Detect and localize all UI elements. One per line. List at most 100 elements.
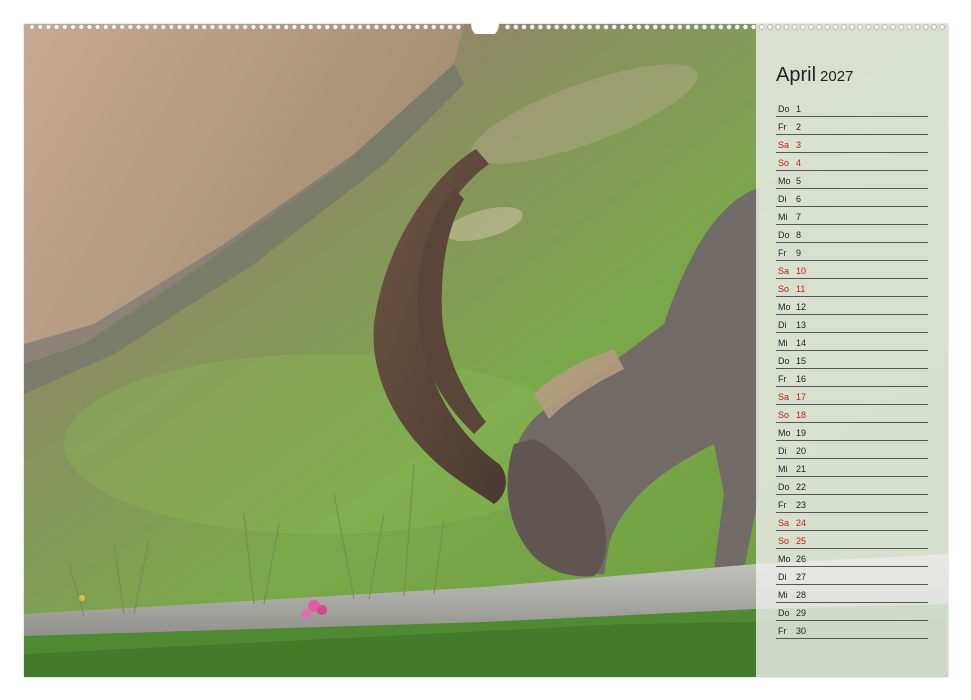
day-number: 5 [796,176,802,186]
hanger-hole [470,22,500,34]
binding-hole [340,24,347,30]
binding-hole [800,24,806,30]
binding-hole [381,24,388,30]
calendar-day-row: Mi 28 [776,585,928,603]
weekday-label: Sa [778,392,790,402]
binding-hole [135,24,142,30]
day-number: 24 [796,518,807,528]
weekday-label: Do [778,104,790,114]
binding-hole [455,24,462,30]
day-number: 10 [796,266,807,276]
weekday-label: Di [778,446,787,456]
binding-hole [111,24,117,30]
binding-hole [258,24,265,30]
weekday-label: Mo [778,428,791,438]
calendar-day-row: Di 20 [776,441,928,459]
day-number: 27 [796,572,807,582]
binding-hole [234,24,240,30]
day-number: 19 [796,428,807,438]
binding-hole [685,24,691,30]
weekday-label: Fr [778,122,787,132]
weekday-label: So [778,158,790,168]
weekday-label: So [778,536,790,546]
weekday-label: Fr [778,500,787,510]
calendar-day-row: Mi 21 [776,459,928,477]
binding-hole [742,24,749,30]
binding-hole [349,24,355,30]
calendar-page: April 2027 Do 1 Fr 2 Sa 3 So 4 Mo 5 Di 6 Mi 7 Do 8 Fr 9 Sa 1… [24,24,948,677]
binding-hole [168,24,175,30]
calendar-day-row: Mo 12 [776,297,928,315]
month-name: April [776,64,817,86]
calendar-day-row: Sa 3 [776,135,928,153]
day-number: 20 [796,446,807,456]
binding-hole [529,24,535,30]
binding-hole [209,24,216,30]
binding-hole [299,24,306,30]
binding-hole [422,24,429,30]
binding-hole [783,24,790,30]
weekday-label: Sa [778,518,790,528]
binding-hole [70,24,76,30]
binding-hole [62,24,68,30]
binding-hole [537,24,544,30]
binding-hole [578,24,585,30]
binding-hole [914,24,921,30]
weekday-label: Mo [778,302,791,312]
binding-hole [668,24,675,30]
weekday-label: Do [778,230,790,240]
binding-hole [791,24,798,30]
binding-hole [414,24,421,30]
binding-hole [816,24,822,30]
binding-hole [308,24,314,30]
binding-hole [357,24,363,30]
calendar-day-row: So 18 [776,405,928,423]
calendar-day-row: Do 29 [776,603,928,621]
day-number: 21 [796,464,807,474]
weekday-label: Di [778,572,787,582]
calendar-day-row: So 11 [776,279,928,297]
day-number: 17 [796,392,807,402]
binding-hole [94,24,101,30]
day-number: 7 [796,212,802,222]
binding-hole [882,24,888,30]
day-number: 11 [796,284,806,294]
binding-hole [701,24,708,30]
binding-hole [226,24,232,30]
weekday-label: Mo [778,554,791,564]
month-title: April 2027 [776,64,853,87]
calendar-day-row: Fr 23 [776,495,928,513]
binding-hole [570,24,576,30]
calendar-panel: April 2027 Do 1 Fr 2 Sa 3 So 4 Mo 5 Di 6 Mi 7 Do 8 Fr 9 Sa 1… [756,24,948,677]
weekday-label: Mi [778,212,788,222]
day-number: 1 [796,104,802,114]
binding-hole [447,24,453,30]
binding-hole [677,24,683,30]
calendar-day-row: Sa 17 [776,387,928,405]
binding-hole [373,24,380,30]
binding-hole [439,24,445,30]
binding-hole [595,24,601,30]
weekday-label: Sa [778,266,790,276]
calendar-day-row: Fr 2 [776,117,928,135]
binding-hole [176,24,183,30]
binding-hole [513,24,519,30]
binding-hole [45,24,52,30]
weekday-label: Do [778,482,790,492]
weekday-label: Do [778,356,790,366]
binding-hole [841,24,847,30]
calendar-day-row: Mo 19 [776,423,928,441]
binding-hole [808,24,814,30]
day-number: 3 [796,140,802,150]
binding-hole [201,24,207,30]
calendar-day-row: Mi 7 [776,207,928,225]
binding-hole [939,24,945,30]
weekday-label: Di [778,194,787,204]
binding-hole [898,24,904,30]
binding-hole [759,24,765,30]
binding-hole [406,24,412,30]
binding-hole [619,24,626,30]
calendar-day-row: Do 8 [776,225,928,243]
day-number: 23 [796,500,807,510]
binding-hole [78,24,84,30]
